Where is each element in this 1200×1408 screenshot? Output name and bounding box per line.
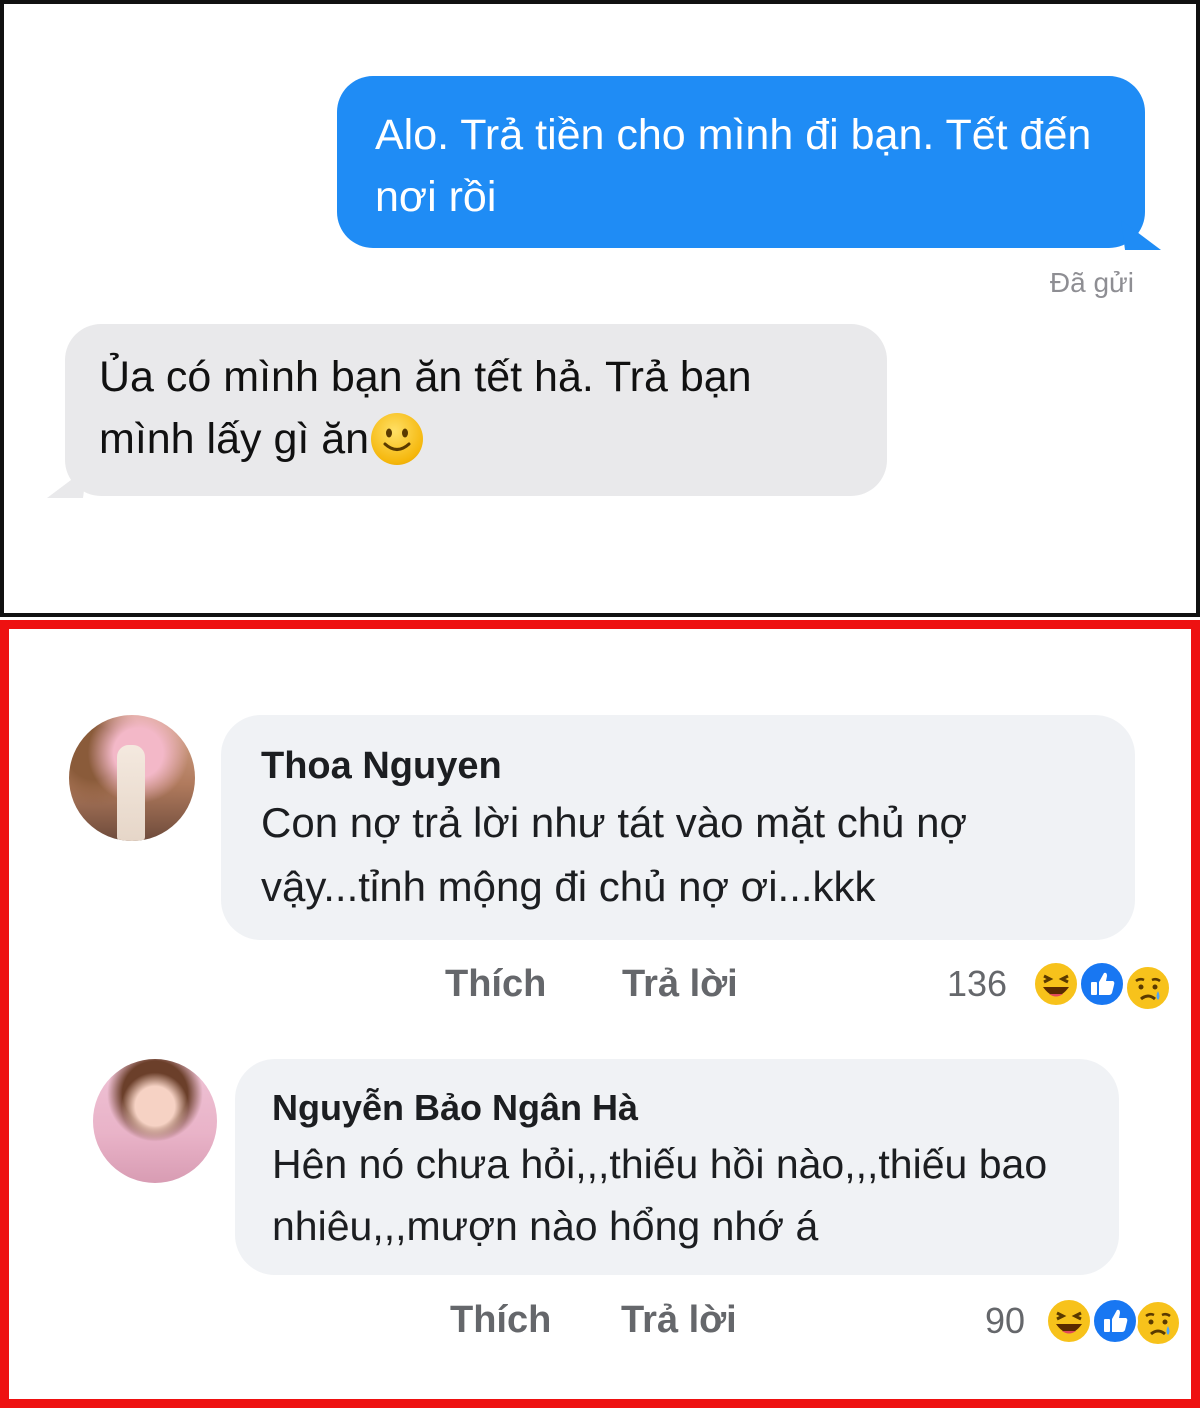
like-button[interactable]: Thích <box>450 1299 551 1342</box>
reaction-count[interactable]: 90 <box>985 1300 1025 1342</box>
reply-button[interactable]: Trả lời <box>622 963 738 1006</box>
reply-button[interactable]: Trả lời <box>621 1299 737 1342</box>
avatar-figure <box>117 745 145 841</box>
like-icon <box>1092 1298 1138 1344</box>
sad-icon <box>1135 1300 1181 1346</box>
reaction-count[interactable]: 136 <box>947 963 1007 1005</box>
haha-icon <box>1033 961 1079 1007</box>
haha-icon <box>1046 1298 1092 1344</box>
comments-panel: Thoa Nguyen Con nợ trả lời như tát vào m… <box>0 620 1200 1408</box>
comment-text: Hên nó chưa hỏi,,,thiếu hồi nào,,,thiếu … <box>272 1141 1048 1249</box>
comment-author[interactable]: Nguyễn Bảo Ngân Hà <box>272 1083 1119 1133</box>
comment-text: Con nợ trả lời như tát vào mặt chủ nợ vậ… <box>261 799 968 910</box>
received-message-line: Ủa có mình bạn ăn tết hả. Trả bạn mình l… <box>99 346 857 470</box>
like-button[interactable]: Thích <box>445 963 546 1006</box>
received-bubble-tail <box>47 468 87 498</box>
received-message-text: Ủa có mình bạn ăn tết hả. Trả bạn mình l… <box>99 353 752 463</box>
comment-bubble: Nguyễn Bảo Ngân Hà Hên nó chưa hỏi,,,thi… <box>235 1059 1119 1275</box>
sad-icon <box>1125 965 1171 1011</box>
avatar[interactable] <box>69 715 195 841</box>
slightly-smiling-face-icon <box>371 413 424 465</box>
sent-message-bubble[interactable]: Alo. Trả tiền cho mình đi bạn. Tết đến n… <box>337 76 1161 250</box>
avatar[interactable] <box>93 1059 217 1183</box>
sent-bubble-tail <box>1121 220 1161 250</box>
comment-author[interactable]: Thoa Nguyen <box>261 741 1135 791</box>
delivery-status: Đã gửi <box>1049 267 1134 298</box>
sent-message-text: Alo. Trả tiền cho mình đi bạn. Tết đến n… <box>375 111 1092 221</box>
comment-bubble: Thoa Nguyen Con nợ trả lời như tát vào m… <box>221 715 1135 940</box>
received-message-bubble[interactable]: Ủa có mình bạn ăn tết hả. Trả bạn mình l… <box>47 324 887 498</box>
chat-screenshot-panel: Alo. Trả tiền cho mình đi bạn. Tết đến n… <box>0 0 1200 617</box>
like-icon <box>1079 961 1125 1007</box>
